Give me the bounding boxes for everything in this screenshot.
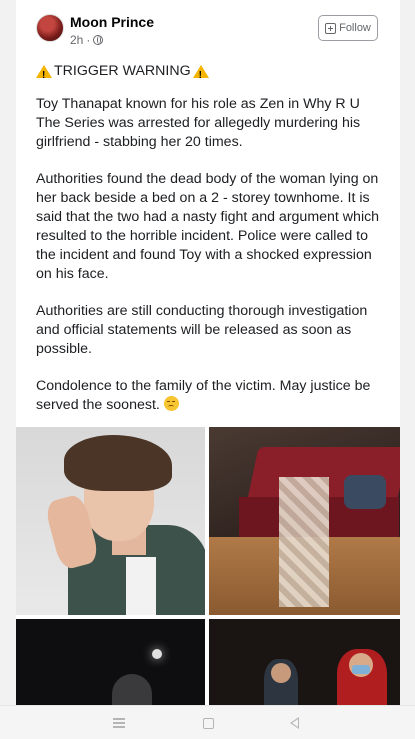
trigger-warning: TRIGGER WARNING: [36, 62, 386, 85]
post-card: Moon Prince 2h · Follow TRIGGER WARNING …: [16, 0, 400, 705]
photo-detail: [352, 665, 370, 674]
author-avatar[interactable]: [36, 14, 64, 42]
photo-actor-portrait[interactable]: [16, 427, 205, 615]
post-paragraph: Authorities found the dead body of the w…: [36, 171, 380, 282]
post-paragraph: Toy Thanapat known for his role as Zen i…: [36, 96, 361, 150]
photo-night-scene[interactable]: [16, 619, 205, 705]
photo-detail: [126, 557, 156, 615]
photo-detail: [112, 674, 152, 705]
censor-blur: [279, 477, 329, 607]
home-icon[interactable]: [198, 713, 218, 733]
follow-label: Follow: [339, 22, 371, 34]
post-paragraph: Authorities are still conducting thoroug…: [36, 303, 368, 357]
author-name[interactable]: Moon Prince: [70, 14, 154, 30]
post-header: Moon Prince 2h · Follow: [16, 0, 400, 58]
left-margin: [0, 0, 16, 739]
photo-detail: [64, 435, 172, 491]
post-time[interactable]: 2h: [70, 33, 83, 47]
system-nav-bar: [0, 705, 415, 739]
post-text: TRIGGER WARNING Toy Thanapat known for h…: [36, 62, 386, 433]
trigger-warning-text: TRIGGER WARNING: [54, 63, 191, 79]
photo-arrest-scene[interactable]: [209, 619, 400, 705]
photo-detail: [152, 649, 162, 659]
warning-icon: [36, 65, 52, 85]
post-paragraph-last: Condolence to the family of the victim. …: [36, 377, 386, 415]
right-margin: [400, 0, 415, 739]
post-paragraph: Condolence to the family of the victim. …: [36, 378, 371, 413]
photo-bedroom-scene[interactable]: [209, 427, 400, 615]
back-icon[interactable]: [284, 713, 304, 733]
follow-icon: [325, 22, 337, 34]
follow-button[interactable]: Follow: [318, 15, 378, 41]
menu-icon[interactable]: [109, 713, 129, 733]
post-meta: 2h ·: [70, 33, 104, 47]
photo-detail: [344, 475, 386, 509]
warning-icon: [192, 65, 209, 85]
pensive-face-icon: [163, 396, 179, 411]
globe-icon: [93, 35, 104, 45]
photo-detail: [271, 663, 291, 683]
meta-separator: ·: [86, 33, 91, 47]
